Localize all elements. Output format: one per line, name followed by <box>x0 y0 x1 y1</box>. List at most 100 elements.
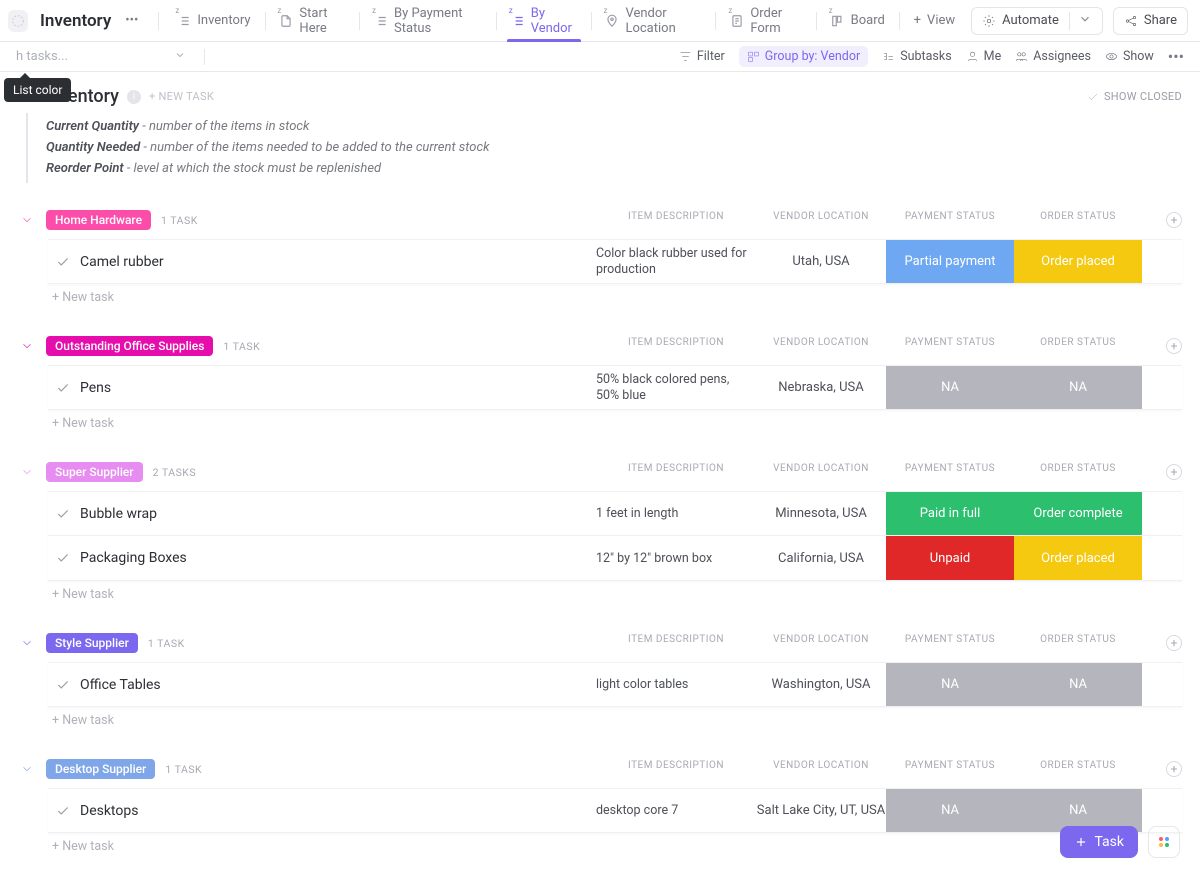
col-header-location: VENDOR LOCATION <box>756 337 886 348</box>
subtasks-button[interactable]: Subtasks <box>882 49 951 64</box>
task-name: Office Tables <box>78 677 161 693</box>
page-title: Inventory <box>40 11 111 31</box>
col-header-order: ORDER STATUS <box>1014 760 1142 771</box>
vendor-chip[interactable]: Desktop Supplier <box>46 759 155 779</box>
tab-label: Vendor Location <box>625 6 701 36</box>
automate-button[interactable]: Automate <box>971 7 1103 35</box>
more-icon[interactable]: ••• <box>1168 47 1184 66</box>
tab-vendor-location[interactable]: zVendor Location <box>593 0 713 41</box>
filter-button[interactable]: Filter <box>679 49 725 64</box>
list-color-tooltip: List color <box>4 78 71 102</box>
collapse-group-icon[interactable] <box>18 337 36 355</box>
filter-label: Filter <box>697 49 725 64</box>
tab-board[interactable]: zBoard <box>819 0 897 41</box>
cell-payment-status[interactable]: Paid in full <box>886 492 1014 535</box>
new-task-button[interactable]: + New task <box>18 833 1182 854</box>
cell-description: desktop core 7 <box>596 789 756 832</box>
assignees-button[interactable]: Assignees <box>1015 49 1091 64</box>
check-icon[interactable] <box>48 507 78 521</box>
cell-payment-status[interactable]: NA <box>886 663 1014 706</box>
new-task-button[interactable]: + New task <box>18 284 1182 305</box>
tab-order-form[interactable]: zOrder Form <box>718 0 813 41</box>
add-view-button[interactable]: +View <box>902 0 968 41</box>
collapse-group-icon[interactable] <box>18 760 36 778</box>
col-header-payment: PAYMENT STATUS <box>886 337 1014 348</box>
cell-order-status[interactable]: Order placed <box>1014 240 1142 283</box>
task-row[interactable]: Pens 50% black colored pens, 50% blue Ne… <box>48 365 1182 410</box>
collapse-group-icon[interactable] <box>18 634 36 652</box>
col-header-payment: PAYMENT STATUS <box>886 760 1014 771</box>
show-button[interactable]: Show <box>1105 49 1154 64</box>
cell-location: Salt Lake City, UT, USA <box>756 789 886 832</box>
topbar: Inventory ••• zInventoryzStart HerezBy P… <box>0 0 1200 42</box>
show-closed-button[interactable]: SHOW CLOSED <box>1087 90 1182 103</box>
filterbar: h tasks... Filter Group by: Vendor Subta… <box>0 42 1200 72</box>
tab-start-here[interactable]: zStart Here <box>267 0 357 41</box>
add-column-button[interactable]: + <box>1166 212 1182 228</box>
cell-location: Nebraska, USA <box>756 366 886 409</box>
collapse-group-icon[interactable] <box>18 211 36 229</box>
add-column-button[interactable]: + <box>1166 464 1182 480</box>
vendor-chip[interactable]: Home Hardware <box>46 210 151 230</box>
new-task-inline-button[interactable]: + NEW TASK <box>149 90 214 103</box>
tab-by-payment-status[interactable]: zBy Payment Status <box>362 0 494 41</box>
new-task-button[interactable]: + New task <box>18 707 1182 728</box>
col-header-description: ITEM DESCRIPTION <box>596 634 756 645</box>
check-icon[interactable] <box>48 255 78 269</box>
desc-text: - level at which the stock must be reple… <box>124 161 381 176</box>
col-header-payment: PAYMENT STATUS <box>886 634 1014 645</box>
fab-apps-button[interactable] <box>1148 826 1180 858</box>
desc-text: - number of the items in stock <box>139 119 309 134</box>
space-icon[interactable] <box>8 10 28 32</box>
col-header-payment: PAYMENT STATUS <box>886 211 1014 222</box>
cell-order-status[interactable]: NA <box>1014 663 1142 706</box>
cell-order-status[interactable]: Order complete <box>1014 492 1142 535</box>
vendor-chip[interactable]: Style Supplier <box>46 633 138 653</box>
assignees-label: Assignees <box>1033 49 1091 64</box>
share-button[interactable]: Share <box>1113 7 1188 35</box>
new-task-button[interactable]: + New task <box>18 410 1182 431</box>
cell-location: Washington, USA <box>756 663 886 706</box>
task-count: 1 TASK <box>161 214 198 227</box>
cell-description: 50% black colored pens, 50% blue <box>596 366 756 409</box>
col-header-payment: PAYMENT STATUS <box>886 463 1014 474</box>
check-icon[interactable] <box>48 678 78 692</box>
vendor-chip[interactable]: Outstanding Office Supplies <box>46 336 213 356</box>
group-by-button[interactable]: Group by: Vendor <box>739 46 868 67</box>
add-column-button[interactable]: + <box>1166 338 1182 354</box>
check-icon[interactable] <box>48 381 78 395</box>
divider <box>204 49 205 65</box>
check-icon[interactable] <box>48 551 78 565</box>
cell-order-status[interactable]: Order placed <box>1014 536 1142 580</box>
new-task-button[interactable]: + New task <box>18 581 1182 602</box>
cell-payment-status[interactable]: Partial payment <box>886 240 1014 283</box>
check-icon[interactable] <box>48 804 78 818</box>
search-input[interactable]: h tasks... <box>16 49 186 65</box>
task-row[interactable]: Packaging Boxes 12" by 12" brown box Cal… <box>48 536 1182 581</box>
tab-inventory[interactable]: zInventory <box>165 0 262 41</box>
add-column-button[interactable]: + <box>1166 635 1182 651</box>
task-row[interactable]: Desktops desktop core 7 Salt Lake City, … <box>48 788 1182 833</box>
collapse-group-icon[interactable] <box>18 463 36 481</box>
col-header-description: ITEM DESCRIPTION <box>596 211 756 222</box>
automate-label: Automate <box>1002 13 1059 28</box>
tab-icon <box>730 14 744 28</box>
content-area: Inventory i + NEW TASK SHOW CLOSED Curre… <box>0 72 1200 874</box>
tab-by-vendor[interactable]: zBy Vendor <box>499 0 589 41</box>
more-menu-icon[interactable]: ••• <box>121 11 142 30</box>
cell-payment-status[interactable]: NA <box>886 366 1014 409</box>
cell-order-status[interactable]: NA <box>1014 366 1142 409</box>
me-button[interactable]: Me <box>966 49 1002 64</box>
show-label: Show <box>1123 49 1154 64</box>
vendor-chip[interactable]: Super Supplier <box>46 462 143 482</box>
fab-new-task-button[interactable]: Task <box>1060 826 1138 858</box>
add-column-button[interactable]: + <box>1166 761 1182 777</box>
info-icon[interactable]: i <box>127 90 141 104</box>
list-description: Current Quantity - number of the items i… <box>26 113 1182 183</box>
task-row[interactable]: Camel rubber Color black rubber used for… <box>48 239 1182 284</box>
cell-payment-status[interactable]: NA <box>886 789 1014 832</box>
cell-payment-status[interactable]: Unpaid <box>886 536 1014 580</box>
task-row[interactable]: Office Tables light color tables Washing… <box>48 662 1182 707</box>
group-by-label: Group by: Vendor <box>765 49 860 64</box>
task-row[interactable]: Bubble wrap 1 feet in length Minnesota, … <box>48 491 1182 536</box>
